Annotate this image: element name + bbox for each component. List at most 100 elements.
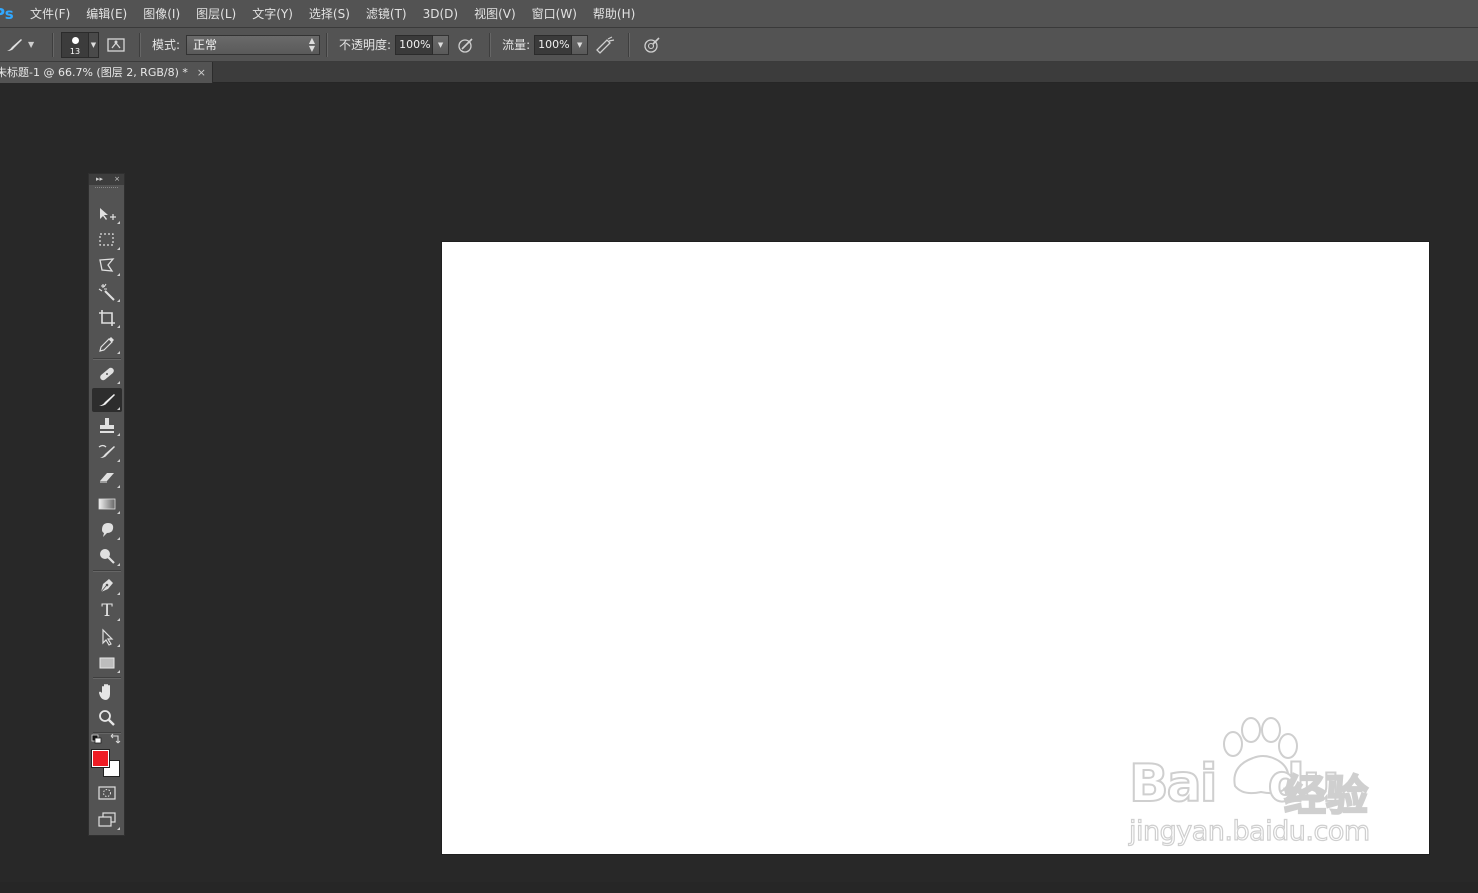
tools-panel-header[interactable]: ▸▸ × — [89, 174, 124, 185]
opacity-pressure-toggle[interactable] — [455, 34, 477, 56]
baidu-watermark: Bai du 经验 jingyan.baidu.com — [1128, 717, 1399, 854]
zoom-icon — [99, 710, 115, 726]
mode-label: 模式: — [152, 38, 181, 52]
swap-colors-icon[interactable] — [110, 733, 122, 744]
close-icon[interactable]: × — [197, 62, 206, 83]
menu-view[interactable]: 视图(V) — [466, 0, 524, 28]
flow-label: 流量: — [502, 38, 531, 52]
eyedropper-tool[interactable] — [92, 332, 122, 356]
foreground-color-swatch[interactable] — [92, 750, 109, 767]
separator — [326, 32, 328, 57]
close-icon[interactable]: × — [114, 174, 120, 185]
airbrush-toggle[interactable] — [594, 34, 616, 56]
pen-tool[interactable] — [92, 573, 122, 597]
eraser-tool[interactable] — [92, 466, 122, 490]
hand-tool[interactable] — [92, 680, 122, 704]
document-tab[interactable]: 未标题-1 @ 66.7% (图层 2, RGB/8) * × — [0, 62, 213, 83]
document-tab-strip: 未标题-1 @ 66.7% (图层 2, RGB/8) * × — [0, 62, 1478, 83]
watermark-url: jingyan.baidu.com — [1128, 815, 1370, 847]
menu-type[interactable]: 文字(Y) — [244, 0, 301, 28]
document-tab-title: 未标题-1 @ 66.7% (图层 2, RGB/8) * — [0, 66, 188, 79]
gradient-icon — [98, 498, 116, 510]
menu-layer[interactable]: 图层(L) — [188, 0, 244, 28]
pressure-icon — [458, 37, 473, 53]
options-bar: ▼ 13 ▼ 模式: 正常 ▲ ▼ 不透明度: 100% ▼ 流量: 100% … — [0, 28, 1478, 62]
menu-window[interactable]: 窗口(W) — [524, 0, 585, 28]
path-selection-tool[interactable] — [92, 625, 122, 649]
screen-mode-button[interactable] — [92, 808, 122, 832]
size-pressure-toggle[interactable] — [641, 34, 663, 56]
stamp-icon — [100, 418, 114, 433]
brush-preset-dropdown[interactable]: ▼ — [89, 31, 99, 58]
brush-preset-picker[interactable]: 13 — [61, 31, 89, 58]
move-tool[interactable] — [92, 202, 122, 226]
magic-wand-tool[interactable] — [92, 280, 122, 304]
menu-3d[interactable]: 3D(D) — [415, 0, 466, 28]
quick-mask-button[interactable] — [92, 781, 122, 805]
status-strip — [0, 882, 1478, 893]
eyedropper-icon — [99, 337, 114, 352]
healing-brush-tool[interactable] — [92, 362, 122, 386]
history-brush-icon — [98, 444, 115, 458]
crop-tool[interactable] — [92, 306, 122, 330]
separator — [628, 32, 630, 57]
blend-mode-value: 正常 — [193, 37, 218, 52]
blend-mode-select[interactable]: 正常 ▲ ▼ — [186, 34, 321, 55]
type-tool[interactable]: T — [92, 599, 122, 623]
photoshop-window: Ps 文件(F) 编辑(E) 图像(I) 图层(L) 文字(Y) 选择(S) 滤… — [0, 0, 1478, 893]
menu-bar: Ps 文件(F) 编辑(E) 图像(I) 图层(L) 文字(Y) 选择(S) 滤… — [0, 0, 1478, 28]
flow-dropdown[interactable]: ▼ — [572, 34, 589, 55]
document-canvas[interactable]: Bai du 经验 jingyan.baidu.com — [442, 242, 1429, 854]
menu-select[interactable]: 选择(S) — [301, 0, 358, 28]
blur-tool[interactable] — [92, 518, 122, 542]
separator — [93, 677, 121, 678]
opacity-label: 不透明度: — [339, 38, 392, 52]
hand-icon — [99, 684, 110, 700]
menu-edit[interactable]: 编辑(E) — [78, 0, 135, 28]
lasso-tool[interactable] — [92, 254, 122, 278]
collapse-icon[interactable]: ▸▸ — [96, 174, 103, 185]
brush-tool[interactable] — [92, 388, 122, 412]
opacity-field[interactable]: 100% — [395, 34, 434, 55]
zoom-tool[interactable] — [92, 706, 122, 730]
history-brush-tool[interactable] — [92, 440, 122, 464]
menu-file[interactable]: 文件(F) — [22, 0, 78, 28]
separator — [139, 32, 140, 57]
menu-image[interactable]: 图像(I) — [135, 0, 188, 28]
rectangle-tool[interactable] — [92, 651, 122, 675]
marquee-tool[interactable] — [92, 228, 122, 252]
watermark-brand-bai: Bai — [1128, 753, 1219, 815]
blur-drop-icon — [102, 523, 114, 537]
type-icon: T — [101, 601, 113, 621]
eraser-icon — [100, 473, 114, 483]
polygon-lasso-icon — [99, 258, 115, 272]
brush-panel-icon — [107, 37, 125, 52]
menu-filter[interactable]: 滤镜(T) — [358, 0, 415, 28]
tool-preset-picker[interactable]: ▼ — [4, 33, 46, 57]
separator — [93, 358, 121, 359]
magic-wand-icon — [98, 283, 115, 301]
menu-help[interactable]: 帮助(H) — [585, 0, 643, 28]
opacity-dropdown[interactable]: ▼ — [433, 34, 450, 55]
brush-size: 13 — [69, 46, 81, 56]
dodge-icon — [100, 549, 115, 564]
default-colors-icon[interactable] — [91, 734, 103, 744]
separator — [93, 570, 121, 571]
clone-stamp-tool[interactable] — [92, 414, 122, 438]
brush-tip-icon — [72, 36, 79, 44]
ps-logo: Ps — [0, 4, 14, 23]
size-pressure-icon — [644, 36, 660, 53]
panel-grip[interactable] — [95, 187, 118, 195]
gradient-tool[interactable] — [92, 492, 122, 516]
dodge-tool[interactable] — [92, 544, 122, 568]
pen-icon — [100, 579, 113, 593]
brush-panel-toggle[interactable] — [105, 34, 127, 56]
flow-field[interactable]: 100% — [534, 34, 573, 55]
path-arrow-icon — [102, 628, 114, 646]
crop-icon — [99, 310, 115, 326]
tools-panel: ▸▸ × T — [88, 173, 125, 836]
separator — [489, 32, 491, 57]
brush-icon — [7, 38, 22, 51]
airbrush-icon — [596, 35, 615, 54]
rect-marquee-icon — [99, 233, 114, 246]
